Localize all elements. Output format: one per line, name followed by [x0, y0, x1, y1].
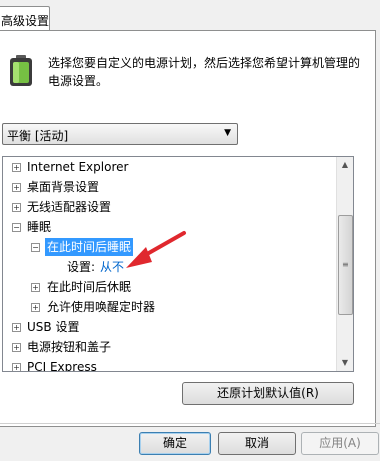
footer-divider [0, 423, 380, 424]
tree-item-label: 睡眠 [27, 220, 52, 234]
expand-icon[interactable]: + [12, 183, 21, 192]
expand-icon[interactable]: + [31, 283, 40, 292]
setting-value-link[interactable]: 从不 [100, 258, 124, 276]
tree-item-label: 允许使用唤醒定时器 [47, 300, 156, 314]
tree-item-label: Internet Explorer [27, 160, 129, 174]
expand-icon[interactable]: + [12, 163, 21, 172]
chevron-down-icon: ▼ [224, 128, 231, 138]
cancel-button[interactable]: 取消 [218, 432, 296, 455]
setting-label: 设置: [67, 260, 96, 274]
scroll-down-arrow-icon[interactable]: ▼ [337, 355, 353, 371]
tree-item-label: 在此时间后休眠 [47, 280, 132, 294]
tree-item-label-selected: 在此时间后睡眠 [45, 238, 134, 256]
restore-defaults-button[interactable]: 还原计划默认值(R) [182, 382, 354, 405]
scroll-up-arrow-icon[interactable]: ▲ [337, 157, 353, 173]
collapse-icon[interactable]: − [12, 223, 21, 232]
tab-advanced-settings[interactable]: 高级设置 [0, 6, 50, 31]
tree-item-sleep-after[interactable]: − 在此时间后睡眠 [3, 238, 203, 256]
tree-item-label: 无线适配器设置 [27, 200, 112, 214]
power-plan-value: 平衡 [活动] [7, 129, 69, 143]
expand-icon[interactable]: + [12, 363, 21, 371]
expand-icon[interactable]: + [31, 303, 40, 312]
tree-item-label: 桌面背景设置 [27, 180, 100, 194]
apply-button[interactable]: 应用(A) [301, 432, 379, 455]
scrollbar-thumb[interactable]: ≡ [338, 215, 353, 315]
tree-item-label: 电源按钮和盖子 [27, 340, 112, 354]
expand-icon[interactable]: + [12, 323, 21, 332]
collapse-icon[interactable]: − [31, 243, 40, 252]
panel-description: 选择您要自定义的电源计划，然后选择您希望计算机管理的电源设置。 [48, 56, 361, 88]
tree-item-label: USB 设置 [27, 320, 80, 334]
power-settings-tree[interactable]: + Internet Explorer + 桌面背景设置 + 无线适配器设置 −… [2, 156, 354, 372]
power-battery-icon [10, 55, 32, 86]
grip-icon: ≡ [342, 260, 349, 269]
tab-label: 高级设置 [1, 14, 50, 28]
ok-button[interactable]: 确定 [139, 432, 211, 455]
expand-icon[interactable]: + [12, 343, 21, 352]
tree-scrollbar[interactable]: ▲ ≡ ▼ [336, 157, 353, 371]
power-plan-dropdown[interactable]: 平衡 [活动] ▼ [2, 123, 238, 145]
expand-icon[interactable]: + [12, 203, 21, 212]
tree-item-label: PCI Express [27, 360, 97, 372]
